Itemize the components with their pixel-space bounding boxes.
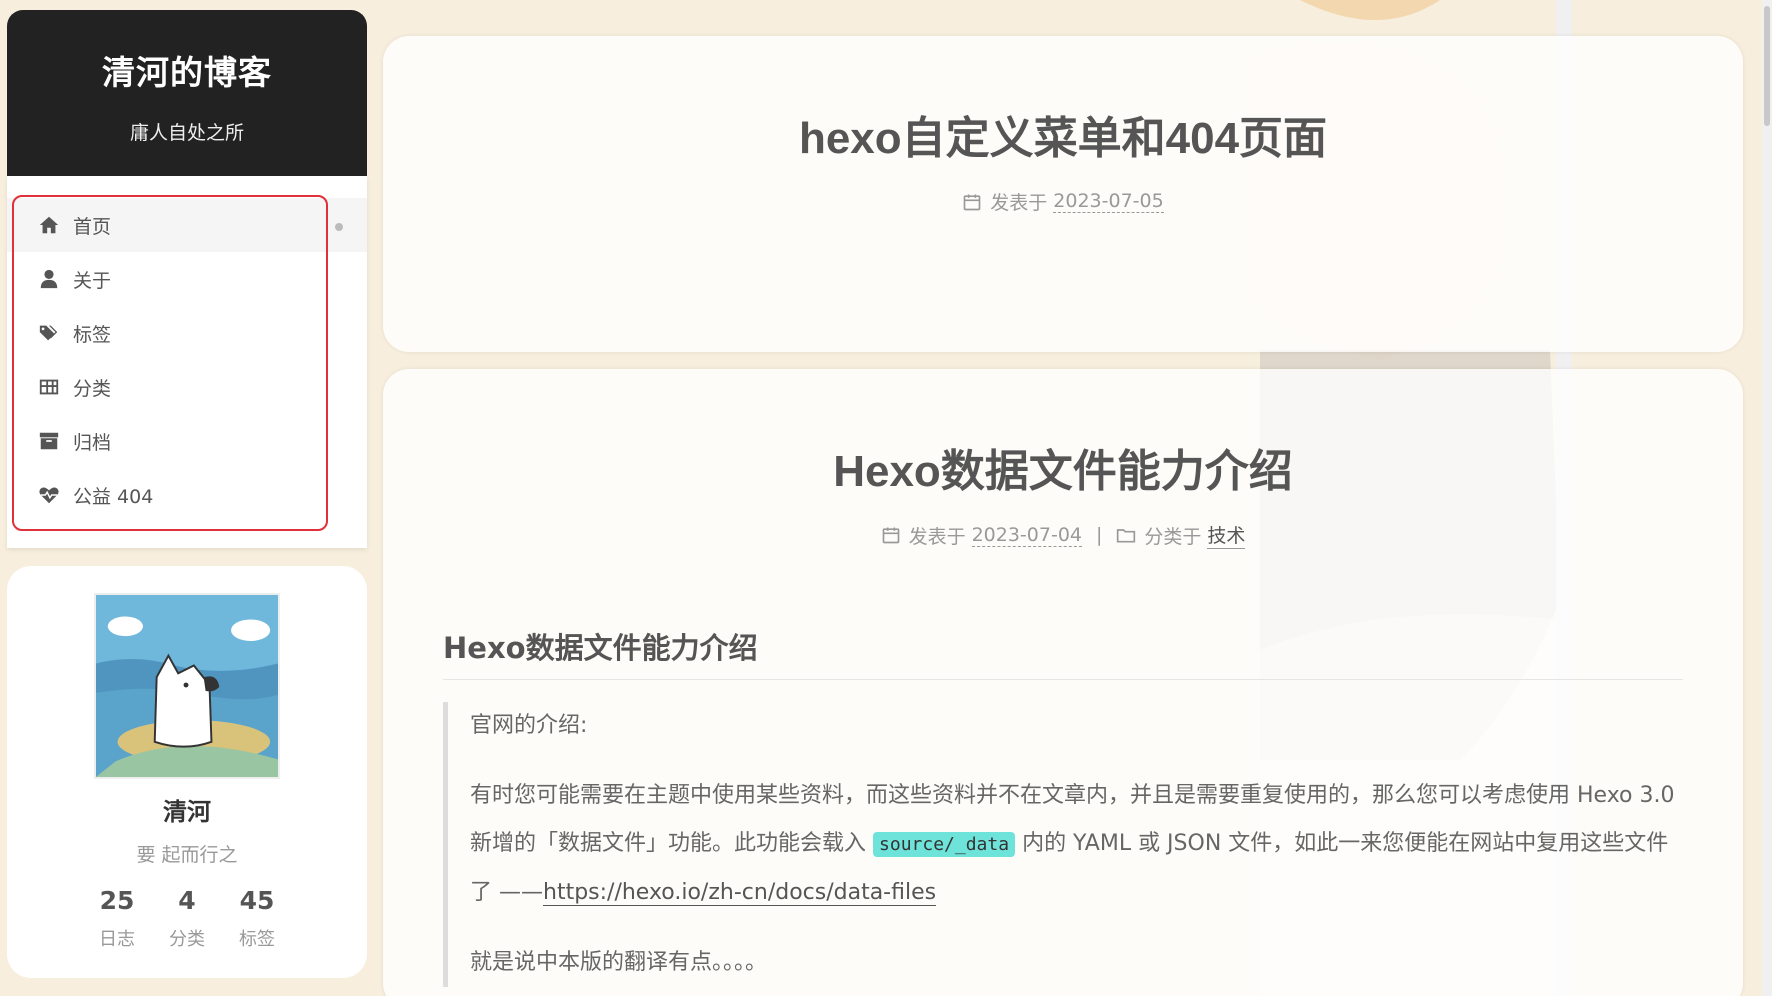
menu-item-categories[interactable]: 分类 — [7, 360, 367, 414]
post-category-link[interactable]: 技术 — [1207, 521, 1246, 549]
menu-item-about[interactable]: 关于 — [7, 252, 367, 306]
post-date[interactable]: 2023-07-05 — [1053, 190, 1164, 213]
stat-posts[interactable]: 25 日志 — [82, 886, 152, 951]
avatar — [94, 593, 280, 779]
archive-icon — [37, 429, 61, 453]
quote-block: 官网的介绍: 有时您可能需要在主题中使用某些资料，而这些资料并不在文章内，并且是… — [443, 702, 1683, 987]
tags-icon — [37, 321, 61, 345]
site-subtitle: 庸人自处之所 — [129, 122, 244, 144]
posted-label: 发表于 — [990, 192, 1048, 214]
home-icon — [37, 213, 61, 237]
active-indicator — [335, 223, 343, 231]
avatar-image — [96, 595, 278, 777]
stat-tags[interactable]: 45 标签 — [222, 886, 292, 951]
stat-label: 标签 — [239, 929, 275, 950]
menu-item-label: 归档 — [73, 431, 112, 454]
menu-item-404[interactable]: 公益 404 — [7, 468, 367, 522]
stat-count: 45 — [239, 886, 275, 915]
scrollbar-thumb[interactable] — [1764, 6, 1770, 126]
quote-paragraph: 就是说中本版的翻译有点。。。。 — [470, 950, 768, 975]
calendar-icon — [881, 525, 901, 545]
site-brand: 清河的博客 庸人自处之所 — [7, 10, 367, 176]
docs-link[interactable]: https://hexo.io/zh-cn/docs/data-files — [543, 880, 937, 906]
heartbeat-icon — [37, 483, 61, 507]
menu-item-label: 公益 404 — [73, 485, 154, 508]
inline-code: source/_data — [873, 832, 1016, 857]
stat-label: 分类 — [169, 929, 205, 950]
post-heading: Hexo数据文件能力介绍 — [443, 625, 1683, 680]
author-card: 清河 要 起而行之 25 日志 4 分类 45 标签 — [7, 566, 367, 978]
meta-separator: | — [1096, 524, 1103, 546]
menu-item-tags[interactable]: 标签 — [7, 306, 367, 360]
menu-item-archives[interactable]: 归档 — [7, 414, 367, 468]
menu-item-home[interactable]: 首页 — [7, 198, 367, 252]
quote-intro: 官网的介绍: — [470, 713, 588, 738]
menu-item-label: 标签 — [73, 323, 112, 346]
post-meta: 发表于 2023-07-04 | 分类于 技术 — [383, 521, 1743, 549]
post-title[interactable]: Hexo数据文件能力介绍 — [383, 435, 1743, 499]
stat-count: 25 — [99, 886, 135, 915]
stat-count: 4 — [178, 886, 196, 915]
posted-label: 发表于 — [908, 525, 966, 548]
site-title[interactable]: 清河的博客 — [7, 46, 367, 94]
menu-item-label: 关于 — [73, 269, 112, 292]
page-scrollbar[interactable] — [1762, 0, 1772, 996]
quote-paragraph: 有时您可能需要在主题中使用某些资料，而这些资料并不在文章内，并且是需要重复使用的… — [470, 772, 1683, 917]
post-card: hexo自定义菜单和404页面 发表于 2023-07-05 — [383, 36, 1743, 352]
author-description: 要 起而行之 — [136, 844, 238, 866]
stat-categories[interactable]: 4 分类 — [152, 886, 222, 951]
post-date[interactable]: 2023-07-04 — [971, 524, 1082, 547]
th-icon — [37, 375, 61, 399]
author-stats: 25 日志 4 分类 45 标签 — [7, 886, 367, 951]
category-label: 分类于 — [1144, 525, 1202, 548]
stat-label: 日志 — [99, 929, 135, 950]
post-card: Hexo数据文件能力介绍 发表于 2023-07-04 | 分类于 技术 Hex… — [383, 369, 1743, 996]
menu-item-label: 首页 — [73, 215, 112, 238]
post-body: Hexo数据文件能力介绍 官网的介绍: 有时您可能需要在主题中使用某些资料，而这… — [443, 625, 1683, 996]
user-icon — [37, 267, 61, 291]
calendar-icon — [962, 192, 982, 212]
author-name: 清河 — [163, 798, 211, 826]
nav-menu: 首页 关于 标签 分类 归档 公益 404 — [7, 176, 367, 548]
post-title[interactable]: hexo自定义菜单和404页面 — [383, 102, 1743, 166]
folder-icon — [1116, 525, 1136, 545]
menu-item-label: 分类 — [73, 377, 112, 400]
post-meta: 发表于 2023-07-05 — [383, 188, 1743, 215]
